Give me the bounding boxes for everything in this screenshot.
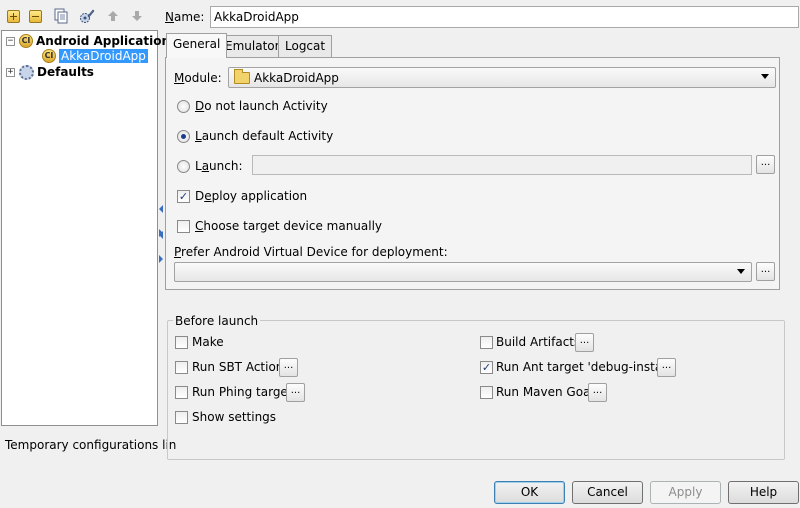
- run-maven-checkbox[interactable]: [480, 386, 493, 399]
- make-checkbox[interactable]: [175, 336, 188, 349]
- chevron-down-icon: [737, 269, 745, 274]
- tree-item-label: Android Application: [36, 34, 171, 48]
- chevron-down-icon: [761, 74, 769, 79]
- avd-select[interactable]: [174, 262, 752, 282]
- run-phing-settings-button[interactable]: ...: [286, 383, 305, 402]
- launch-default-radio[interactable]: [177, 130, 190, 143]
- collapse-icon[interactable]: −: [6, 36, 15, 46]
- add-configuration-button[interactable]: [4, 7, 22, 25]
- show-settings-label: Show settings: [192, 410, 277, 424]
- add-icon: [6, 9, 20, 23]
- move-up-icon: [108, 11, 118, 21]
- build-artifacts-label: Build Artifacts: [496, 335, 581, 349]
- avd-manager-button[interactable]: ...: [756, 262, 775, 281]
- launch-default-label: Launch default Activity: [195, 129, 334, 143]
- android-config-icon: CI: [19, 34, 33, 48]
- make-label: Make: [192, 335, 224, 349]
- choose-target-checkbox[interactable]: [177, 220, 190, 233]
- run-sbt-settings-button[interactable]: ...: [279, 358, 298, 377]
- tree-item-android-application[interactable]: − CI Android Application: [6, 33, 170, 49]
- deploy-application-label: Deploy application: [195, 189, 308, 203]
- run-sbt-checkbox[interactable]: [175, 361, 188, 374]
- edit-defaults-icon: [80, 9, 95, 23]
- avd-label: Prefer Android Virtual Device for deploy…: [174, 245, 448, 259]
- run-ant-checkbox[interactable]: ✓: [480, 361, 493, 374]
- module-label: Module:: [174, 71, 222, 85]
- move-down-icon: [132, 11, 142, 21]
- ok-button[interactable]: OK: [494, 481, 565, 504]
- launch-activity-field[interactable]: [252, 155, 752, 175]
- expand-icon[interactable]: +: [6, 67, 15, 77]
- help-button[interactable]: Help: [728, 481, 799, 504]
- tab-general[interactable]: General: [166, 33, 228, 58]
- run-maven-settings-button[interactable]: ...: [588, 383, 607, 402]
- run-phing-checkbox[interactable]: [175, 386, 188, 399]
- do-not-launch-label: Do not launch Activity: [195, 99, 328, 113]
- tab-logcat[interactable]: Logcat: [278, 35, 333, 57]
- launch-label: Launch:: [195, 159, 243, 173]
- splitter-handle[interactable]: [158, 205, 164, 265]
- edit-defaults-button[interactable]: [78, 7, 96, 25]
- deploy-application-checkbox[interactable]: ✓: [177, 190, 190, 203]
- tab-emulator[interactable]: Emulator: [218, 35, 287, 57]
- tree-item-label: Defaults: [37, 65, 94, 79]
- show-settings-checkbox[interactable]: [175, 411, 188, 424]
- run-ant-label: Run Ant target 'debug-install': [496, 360, 673, 374]
- tree-item-label: AkkaDroidApp: [59, 49, 148, 63]
- module-value: AkkaDroidApp: [254, 71, 339, 85]
- run-sbt-label: Run SBT Action: [192, 360, 284, 374]
- module-folder-icon: [234, 69, 250, 84]
- build-artifacts-settings-button[interactable]: ...: [575, 333, 594, 352]
- before-launch-title: Before launch: [173, 314, 261, 328]
- name-input[interactable]: [210, 6, 799, 28]
- temporary-configurations-label: Temporary configurations lin: [5, 438, 177, 452]
- configurations-tree[interactable]: − CI Android Application CI AkkaDroidApp…: [1, 30, 170, 426]
- run-ant-settings-button[interactable]: ...: [657, 358, 676, 377]
- build-artifacts-checkbox[interactable]: [480, 336, 493, 349]
- name-label: Name:: [165, 10, 205, 24]
- defaults-icon: [19, 64, 34, 80]
- do-not-launch-radio[interactable]: [177, 100, 190, 113]
- launch-radio[interactable]: [177, 160, 190, 173]
- remove-icon: [28, 9, 42, 23]
- apply-button[interactable]: Apply: [650, 481, 721, 504]
- remove-configuration-button[interactable]: [26, 7, 44, 25]
- move-down-button[interactable]: [128, 7, 146, 25]
- move-up-button[interactable]: [104, 7, 122, 25]
- copy-icon: [54, 8, 68, 24]
- choose-target-label: Choose target device manually: [195, 219, 383, 233]
- run-phing-label: Run Phing target: [192, 385, 293, 399]
- module-select[interactable]: AkkaDroidApp: [228, 67, 776, 88]
- cancel-button[interactable]: Cancel: [572, 481, 643, 504]
- run-maven-label: Run Maven Goal: [496, 385, 594, 399]
- tree-item-akkadroidapp[interactable]: CI AkkaDroidApp: [42, 48, 148, 64]
- copy-configuration-button[interactable]: [52, 7, 70, 25]
- android-config-icon: CI: [42, 49, 56, 63]
- browse-activity-button[interactable]: ...: [756, 155, 775, 174]
- tree-item-defaults[interactable]: + Defaults: [6, 64, 94, 80]
